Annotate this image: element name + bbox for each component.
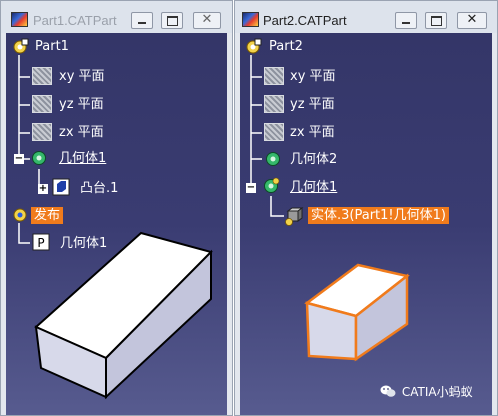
minimize-icon — [402, 22, 410, 24]
part2-titlebar[interactable]: Part2.CATPart ✕ — [235, 1, 497, 33]
minimize-icon — [138, 22, 146, 24]
close-button[interactable]: ✕ — [193, 12, 221, 29]
part2-3d-viewport[interactable]: Part2 xy 平面 yz 平面 zx 平面 几何体2 − 几何体1 实体.3… — [240, 33, 492, 415]
part1-window-title: Part1.CATPart — [33, 13, 117, 28]
part2-window[interactable]: Part2.CATPart ✕ Part2 xy 平面 yz 平面 zx 平面 … — [234, 0, 498, 416]
close-icon: ✕ — [466, 12, 478, 27]
maximize-icon — [167, 16, 178, 26]
minimize-button[interactable] — [395, 12, 417, 29]
catia-app-icon — [11, 12, 28, 27]
close-button[interactable]: ✕ — [457, 12, 487, 29]
watermark: CATIA小蚂蚁 — [380, 383, 473, 400]
part1-titlebar[interactable]: Part1.CATPart ✕ — [1, 1, 232, 33]
part2-solid-block-selected[interactable] — [240, 33, 492, 415]
maximize-button[interactable] — [161, 12, 183, 29]
part1-3d-viewport[interactable]: Part1 xy 平面 yz 平面 zx 平面 − 几何体1 + 凸台.1 发布… — [6, 33, 227, 415]
watermark-text: CATIA小蚂蚁 — [401, 385, 473, 399]
catia-app-icon — [242, 12, 259, 27]
part2-window-title: Part2.CATPart — [263, 13, 347, 28]
maximize-button[interactable] — [425, 12, 447, 29]
minimize-button[interactable] — [131, 12, 153, 29]
maximize-icon — [431, 16, 442, 26]
part1-solid-block[interactable] — [6, 33, 227, 415]
wechat-icon — [380, 385, 396, 397]
part1-window[interactable]: Part1.CATPart ✕ Part1 xy 平面 yz 平面 zx 平面 … — [0, 0, 233, 416]
close-icon: ✕ — [201, 12, 213, 27]
